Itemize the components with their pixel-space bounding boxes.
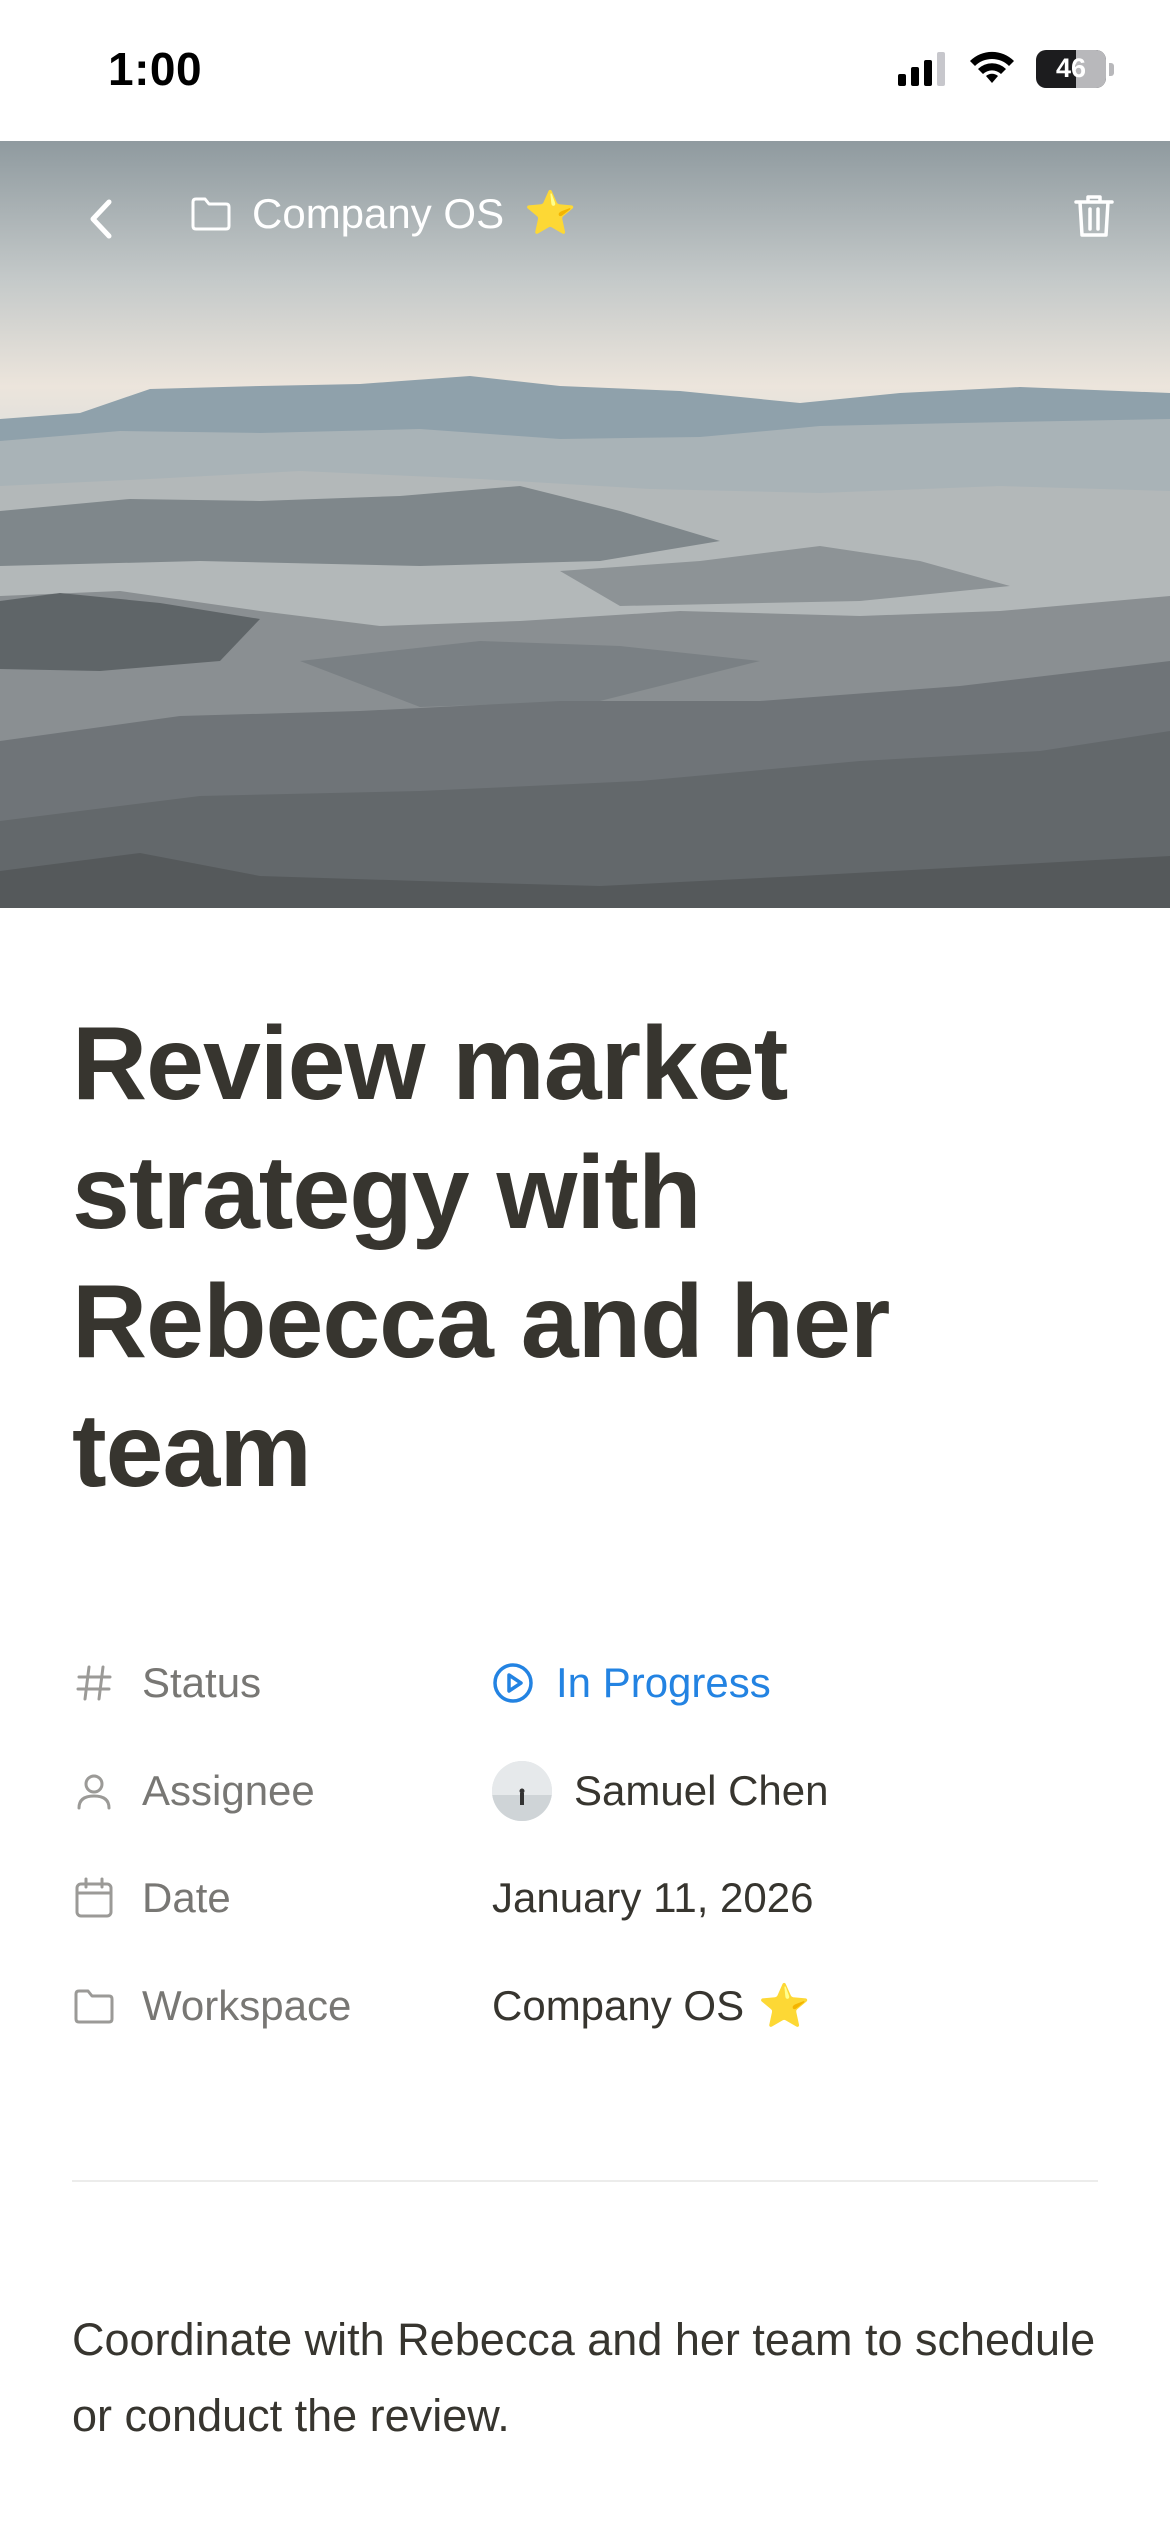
property-label: Workspace (142, 1982, 352, 2029)
property-label: Status (142, 1659, 262, 1706)
date-value[interactable]: January 11, 2026 (492, 1863, 813, 1933)
page-body-text[interactable]: Coordinate with Rebecca and her team to … (72, 2302, 1102, 2454)
breadcrumb[interactable]: Company OS ⭐ (190, 189, 576, 238)
workspace-name: Company OS (492, 1982, 745, 2029)
battery-tip (1109, 62, 1114, 76)
workspace-value[interactable]: Company OS ⭐ (492, 1971, 810, 2041)
page-title[interactable]: Review market strategy with Rebecca and … (72, 1000, 1102, 1516)
assignee-value[interactable]: Samuel Chen (492, 1756, 828, 1826)
cellular-signal-icon (898, 52, 945, 86)
star-emoji: ⭐ (758, 1981, 811, 2029)
divider (72, 2180, 1098, 2182)
property-label: Date (142, 1874, 231, 1921)
status-icons: 46 (898, 50, 1114, 88)
star-emoji: ⭐ (524, 189, 577, 236)
status-time: 1:00 (108, 43, 203, 95)
hash-icon (72, 1661, 116, 1705)
chevron-left-icon (90, 199, 112, 239)
folder-icon (191, 197, 231, 230)
property-key-date: Date (72, 1863, 231, 1933)
property-key-assignee: Assignee (72, 1756, 315, 1826)
avatar (492, 1761, 552, 1821)
assignee-name: Samuel Chen (574, 1767, 829, 1814)
property-row-status[interactable]: Status In Progress (72, 1648, 1098, 1718)
delete-button[interactable] (1068, 187, 1120, 245)
status-bar: 1:00 46 (0, 0, 1170, 141)
date-text: January 11, 2026 (492, 1874, 814, 1921)
trash-icon (1074, 195, 1114, 237)
battery-level: 46 (1055, 53, 1087, 83)
back-button[interactable] (76, 193, 128, 245)
top-navigation: Company OS ⭐ (0, 141, 1170, 286)
property-key-status: Status (72, 1648, 261, 1718)
breadcrumb-label: Company OS (252, 189, 505, 237)
calendar-icon (72, 1876, 116, 1920)
property-row-workspace[interactable]: Workspace Company OS ⭐ (72, 1971, 1098, 2041)
in-progress-icon (493, 1663, 533, 1703)
property-row-assignee[interactable]: Assignee Samuel Chen (72, 1756, 1098, 1826)
property-row-date[interactable]: Date January 11, 2026 (72, 1863, 1098, 1933)
person-icon (72, 1769, 116, 1813)
folder-icon (72, 1984, 116, 2028)
status-value[interactable]: In Progress (492, 1648, 771, 1718)
property-key-workspace: Workspace (72, 1971, 351, 2041)
battery-icon: 46 (1036, 50, 1106, 88)
property-label: Assignee (142, 1767, 315, 1814)
status-text: In Progress (556, 1659, 771, 1706)
wifi-icon (970, 51, 1014, 83)
